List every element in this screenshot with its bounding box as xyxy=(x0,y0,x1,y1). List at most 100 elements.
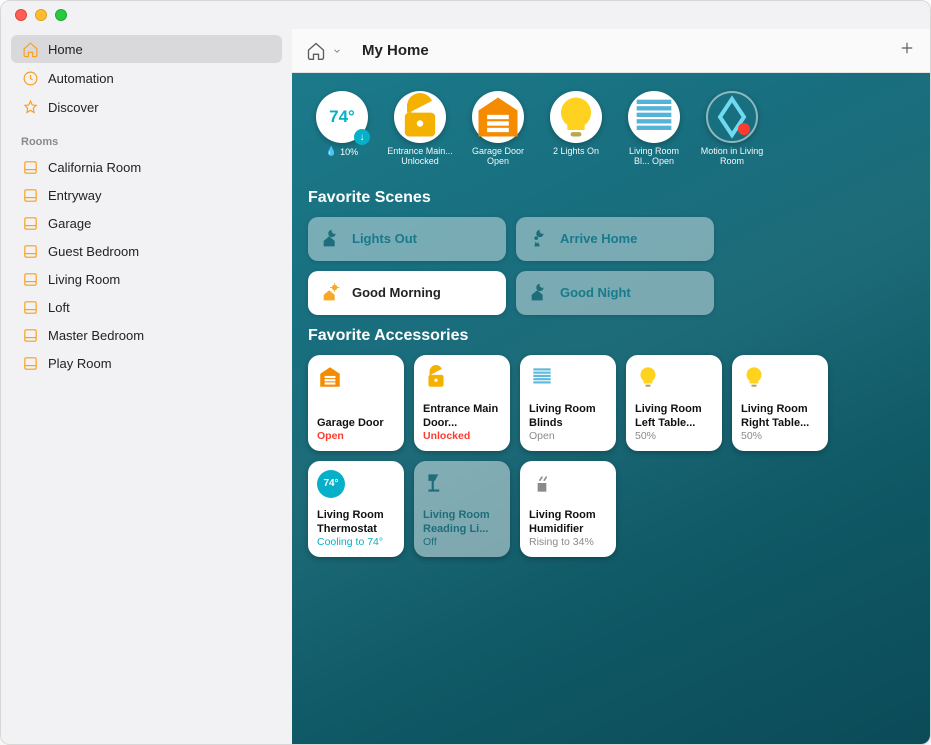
sidebar-item-label: Master Bedroom xyxy=(48,328,144,343)
scene-label: Good Morning xyxy=(352,285,441,300)
accessory-status: Cooling to 74° xyxy=(317,536,395,548)
sidebar: Home Automation Discover Rooms Californi… xyxy=(1,29,292,744)
accessories-heading: Favorite Accessories xyxy=(308,327,914,345)
room-icon xyxy=(21,186,39,204)
scene-card[interactable]: Good Night xyxy=(516,271,714,315)
status-chip-label: Motion in Living Room xyxy=(698,146,766,167)
status-chip-label: Entrance Main... Unlocked xyxy=(386,146,454,167)
status-chip[interactable]: Living Room Bl... Open xyxy=(620,91,688,167)
weather-chip[interactable]: 74° ↓ 💧 10% xyxy=(308,91,376,167)
accessory-name: Entrance Main Door... xyxy=(423,403,501,429)
sidebar-heading-rooms: Rooms xyxy=(11,122,282,152)
status-chip[interactable]: Entrance Main... Unlocked xyxy=(386,91,454,167)
accessory-status: Unlocked xyxy=(423,430,501,442)
home-dropdown-button[interactable] xyxy=(306,41,342,61)
scene-label: Good Night xyxy=(560,285,631,300)
sidebar-item-room[interactable]: Loft xyxy=(11,293,282,321)
precip-value: 10% xyxy=(340,147,358,157)
zoom-window-button[interactable] xyxy=(55,9,67,21)
scenes-heading: Favorite Scenes xyxy=(308,189,914,207)
titlebar xyxy=(1,1,930,29)
sidebar-item-room[interactable]: Master Bedroom xyxy=(11,321,282,349)
scene-card[interactable]: Arrive Home xyxy=(516,217,714,261)
minimize-window-button[interactable] xyxy=(35,9,47,21)
bulb-icon xyxy=(550,91,602,143)
accessory-status: Off xyxy=(423,536,501,548)
sidebar-item-label: Automation xyxy=(48,71,114,86)
scene-card[interactable]: Lights Out xyxy=(308,217,506,261)
droplet-icon: 💧 xyxy=(326,146,337,157)
bulb-icon xyxy=(741,364,767,390)
toolbar: My Home xyxy=(292,29,930,73)
app-window: Home Automation Discover Rooms Californi… xyxy=(0,0,931,745)
accessory-tile[interactable]: Living Room HumidifierRising to 34% xyxy=(520,461,616,557)
room-icon xyxy=(21,242,39,260)
accessory-name: Living Room Thermostat xyxy=(317,509,395,535)
accessory-tile[interactable]: Living Room Right Table...50% xyxy=(732,355,828,451)
blinds-icon xyxy=(628,91,680,143)
accessory-tile[interactable]: Entrance Main Door...Unlocked xyxy=(414,355,510,451)
accessory-status: Rising to 34% xyxy=(529,536,607,548)
accessory-name: Living Room Humidifier xyxy=(529,509,607,535)
page-title: My Home xyxy=(362,42,429,59)
sidebar-item-home[interactable]: Home xyxy=(11,35,282,63)
sidebar-item-room[interactable]: California Room xyxy=(11,153,282,181)
sidebar-item-label: Discover xyxy=(48,100,99,115)
moon-house-icon xyxy=(528,282,550,304)
sidebar-item-automation[interactable]: Automation xyxy=(11,64,282,92)
room-icon xyxy=(21,354,39,372)
sidebar-item-room[interactable]: Play Room xyxy=(11,349,282,377)
scene-card[interactable]: Good Morning xyxy=(308,271,506,315)
status-chip-row: 74° ↓ 💧 10% Entrance Main... Unlocked Gar… xyxy=(308,87,914,177)
accessory-tile[interactable]: Garage DoorOpen xyxy=(308,355,404,451)
accessory-status: 50% xyxy=(635,430,713,442)
accessory-name: Living Room Right Table... xyxy=(741,403,819,429)
moon-house-icon xyxy=(320,228,342,250)
sidebar-item-room[interactable]: Guest Bedroom xyxy=(11,237,282,265)
sidebar-item-room[interactable]: Living Room xyxy=(11,265,282,293)
room-icon xyxy=(21,158,39,176)
accessory-tile[interactable]: Living Room BlindsOpen xyxy=(520,355,616,451)
accessory-tile[interactable]: Living Room Reading Li...Off xyxy=(414,461,510,557)
sidebar-item-label: Guest Bedroom xyxy=(48,244,139,259)
accessory-name: Living Room Left Table... xyxy=(635,403,713,429)
accessory-status: Open xyxy=(317,430,395,442)
accessories-grid: Garage DoorOpenEntrance Main Door...Unlo… xyxy=(308,355,914,557)
precip-row: 💧 10% xyxy=(326,146,358,157)
sidebar-item-label: Home xyxy=(48,42,83,57)
garage-icon xyxy=(472,91,524,143)
close-window-button[interactable] xyxy=(15,9,27,21)
sidebar-item-room[interactable]: Entryway xyxy=(11,181,282,209)
sidebar-item-label: Living Room xyxy=(48,272,120,287)
room-icon xyxy=(21,214,39,232)
sidebar-item-label: Garage xyxy=(48,216,91,231)
content-area: 74° ↓ 💧 10% Entrance Main... Unlocked Gar… xyxy=(292,73,930,744)
status-chip[interactable]: Garage Door Open xyxy=(464,91,532,167)
sidebar-item-room[interactable]: Garage xyxy=(11,209,282,237)
motion-icon xyxy=(706,91,758,143)
scene-label: Lights Out xyxy=(352,231,417,246)
accessory-tile[interactable]: 74° Living Room ThermostatCooling to 74° xyxy=(308,461,404,557)
blinds-icon xyxy=(529,364,555,390)
star-icon xyxy=(21,98,39,116)
room-icon xyxy=(21,326,39,344)
lamp-icon xyxy=(423,470,449,496)
accessory-name: Garage Door xyxy=(317,417,395,430)
accessory-tile[interactable]: Living Room Left Table...50% xyxy=(626,355,722,451)
accessory-status: Open xyxy=(529,430,607,442)
down-arrow-badge-icon: ↓ xyxy=(354,129,370,145)
sidebar-item-discover[interactable]: Discover xyxy=(11,93,282,121)
status-chip[interactable]: Motion in Living Room xyxy=(698,91,766,167)
humidifier-icon xyxy=(529,470,555,496)
add-button[interactable] xyxy=(898,39,916,62)
accessory-name: Living Room Blinds xyxy=(529,403,607,429)
temperature-value: 74° xyxy=(329,107,355,127)
window-controls xyxy=(15,9,67,21)
room-icon xyxy=(21,270,39,288)
accessory-name: Living Room Reading Li... xyxy=(423,509,501,535)
status-chip-label: Living Room Bl... Open xyxy=(620,146,688,167)
house-icon xyxy=(21,40,39,58)
thermostat-icon: 74° xyxy=(317,470,345,498)
garage-icon xyxy=(317,364,343,390)
status-chip[interactable]: 2 Lights On xyxy=(542,91,610,167)
